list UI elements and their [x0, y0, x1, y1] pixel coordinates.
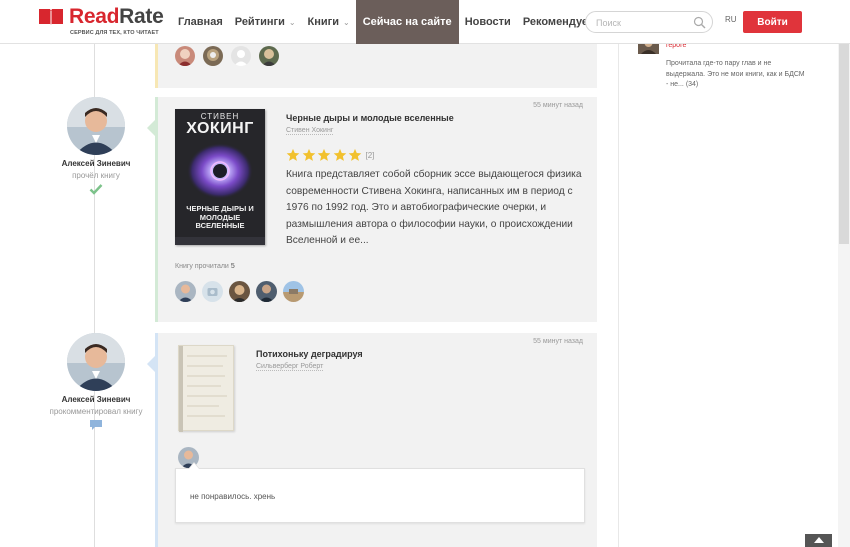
comment-icon: [90, 420, 102, 430]
feed-card-comment: 55 минут назад Потихоньку деградируя Сил…: [147, 333, 597, 547]
comment-text: не понравилось. хрень: [190, 492, 276, 501]
main-nav: Главная Рейтинги ⌄ Книги ⌄ Сейчас на сайте…: [172, 0, 602, 44]
feed-user: Алексей Зиневич прокомментировал книгу: [40, 333, 152, 436]
reader-avatar[interactable]: [256, 281, 277, 302]
book-description: Книга представляет собой сборник эссе вы…: [286, 169, 582, 246]
user-avatar[interactable]: [67, 97, 125, 155]
star-icon: [317, 148, 331, 161]
cover-name: ХОКИНГ: [186, 120, 254, 137]
language-switch[interactable]: RU: [725, 15, 737, 24]
timestamp: 55 минут назад: [533, 102, 583, 109]
nav-item-books[interactable]: Книги ⌄: [302, 0, 356, 44]
card-pointer: [147, 356, 155, 372]
feed-user: Алексей Зиневич прочёл книгу: [40, 97, 152, 200]
feed-card-read: 55 минут назад СТИВЕН ХОКИНГ ЧЕРНЫЕ ДЫРЫ…: [147, 97, 597, 322]
book-title[interactable]: Потихоньку деградируя: [256, 349, 363, 359]
nav-item-ratings[interactable]: Рейтинги ⌄: [229, 0, 302, 44]
chevron-down-icon: ⌄: [343, 17, 350, 27]
book-cover[interactable]: [178, 345, 234, 432]
book-cover[interactable]: СТИВЕН ХОКИНГ ЧЕРНЫЕ ДЫРЫ И МОЛОДЫЕ ВСЕЛ…: [175, 109, 265, 245]
scrollbar-thumb[interactable]: [839, 44, 849, 244]
nav-item-now-on-site[interactable]: Сейчас на сайте: [355, 0, 459, 44]
scroll-to-top-button[interactable]: [805, 534, 832, 547]
logo-text: ReadRate: [69, 5, 164, 28]
feed-card-previous: [155, 44, 597, 88]
nebula-icon: [187, 143, 253, 199]
user-action: прокомментировал книгу: [49, 407, 143, 416]
book-logo-icon: [39, 9, 63, 25]
cover-strip: [175, 237, 265, 245]
check-icon: [89, 184, 103, 195]
user-name[interactable]: Алексей Зиневич: [40, 395, 152, 404]
reader-avatar-placeholder[interactable]: [202, 281, 223, 302]
chevron-down-icon: ⌄: [288, 17, 296, 27]
readers-list: [175, 281, 310, 302]
nav-item-news[interactable]: Новости: [459, 0, 517, 44]
reader-avatar[interactable]: [283, 281, 304, 302]
reader-avatar[interactable]: [175, 46, 195, 66]
search-box: [585, 11, 713, 33]
book-author[interactable]: Стивен Хокинг: [286, 127, 334, 135]
rating-stars: [2]: [286, 148, 374, 162]
user-action: прочёл книгу: [72, 171, 120, 180]
timestamp: 55 минут назад: [533, 338, 583, 345]
star-icon: [333, 148, 346, 161]
star-icon: [302, 148, 315, 161]
search-input[interactable]: [596, 16, 686, 29]
reader-avatar[interactable]: [229, 281, 250, 302]
reader-avatar[interactable]: [203, 46, 223, 66]
comment-bubble: не понравилось. хрень: [175, 462, 585, 523]
arrow-up-icon: [814, 537, 824, 543]
star-icon: [348, 148, 362, 161]
readers-label: Книгу прочитали 5: [175, 263, 235, 270]
user-avatar[interactable]: [67, 333, 125, 391]
reader-avatar-placeholder[interactable]: [231, 46, 251, 66]
book-title[interactable]: Черные дыры и молодые вселенные: [286, 113, 454, 123]
cover-title: ЧЕРНЫЕ ДЫРЫ И МОЛОДЫЕ ВСЕЛЕННЫЕ: [186, 204, 254, 230]
cover-texture: [179, 346, 227, 432]
nav-item-home[interactable]: Главная: [172, 0, 229, 44]
search-icon[interactable]: [693, 16, 706, 29]
user-name[interactable]: Алексей Зиневич: [40, 159, 152, 168]
star-icon: [286, 148, 300, 161]
site-logo[interactable]: ReadRate СЕРВИС ДЛЯ ТЕХ, КТО ЧИТАЕТ: [38, 5, 164, 40]
reader-avatar[interactable]: [175, 281, 196, 302]
page-scrollbar[interactable]: [838, 44, 850, 547]
readers-count[interactable]: 5: [231, 263, 235, 270]
login-button[interactable]: Войти: [743, 11, 802, 33]
site-header: ReadRate СЕРВИС ДЛЯ ТЕХ, КТО ЧИТАЕТ Глав…: [0, 0, 850, 44]
book-author[interactable]: Сильверберг Роберт: [256, 363, 324, 371]
card-pointer: [147, 120, 155, 136]
sidebar-divider: [618, 44, 619, 547]
sidebar-review-text: Прочитала где-то пару глав и не выдержал…: [666, 60, 805, 88]
reader-avatar[interactable]: [259, 46, 279, 66]
rating-count[interactable]: [2]: [366, 151, 375, 160]
logo-tagline: СЕРВИС ДЛЯ ТЕХ, КТО ЧИТАЕТ: [70, 30, 159, 36]
